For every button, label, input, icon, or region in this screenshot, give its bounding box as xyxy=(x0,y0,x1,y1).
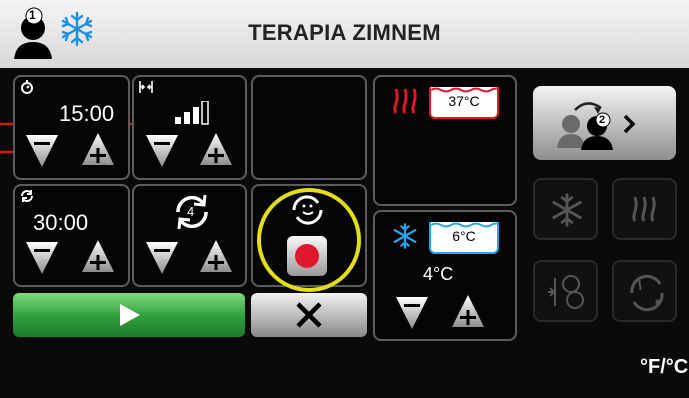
switch-user-icon xyxy=(557,102,636,150)
cycle-time-value: 30:00 xyxy=(33,210,89,235)
cycle-timer-icon xyxy=(19,188,35,209)
heat-temperature: 37°C xyxy=(448,93,480,109)
snowflake-icon xyxy=(552,193,582,227)
play-icon xyxy=(120,304,140,326)
heat-panel: 37°C xyxy=(373,75,517,206)
compression-icon xyxy=(138,79,154,100)
cycle-time-down-button[interactable] xyxy=(24,238,60,274)
snowflake-icon xyxy=(391,222,419,255)
cold-water-box: 6°C xyxy=(429,222,499,254)
cycle-count-value: 4 xyxy=(187,204,195,219)
switch-user-button[interactable]: 2 xyxy=(533,86,676,160)
cycle-snowflake-icon xyxy=(630,274,664,312)
cycle-count-icon: 4 xyxy=(172,192,212,237)
cycle-time-up-button[interactable] xyxy=(80,238,116,274)
switch-user-number: 2 xyxy=(599,114,606,126)
contrast-mode-button[interactable] xyxy=(533,260,598,322)
heat-icon xyxy=(391,87,421,120)
treatment-time-down-button[interactable] xyxy=(24,131,60,167)
unit-toggle-button[interactable]: °F/°C xyxy=(640,356,688,379)
heat-mode-button[interactable] xyxy=(612,178,677,240)
cold-mode-button[interactable] xyxy=(533,178,598,240)
compression-down-button[interactable] xyxy=(144,131,180,167)
cold-setpoint: 4°C xyxy=(423,264,454,284)
cold-wave xyxy=(431,222,497,228)
cycle-count-up-button[interactable] xyxy=(198,238,234,274)
cold-down-button[interactable] xyxy=(394,293,430,329)
empty-panel xyxy=(251,75,367,180)
cold-temperature: 6°C xyxy=(452,228,476,244)
contrast-compression-icon xyxy=(548,275,584,309)
compression-up-button[interactable] xyxy=(198,131,234,167)
highlight-circle xyxy=(257,188,361,292)
heat-icon xyxy=(632,196,656,222)
close-icon xyxy=(296,302,322,328)
cancel-button[interactable] xyxy=(251,293,367,337)
stopwatch-icon xyxy=(19,79,35,100)
treatment-time-up-button[interactable] xyxy=(80,131,116,167)
compression-level-bars xyxy=(175,101,209,125)
treatment-time-value: 15:00 xyxy=(59,101,115,126)
contrast-cycle-button[interactable] xyxy=(612,260,677,322)
heat-water-box: 37°C xyxy=(429,87,499,119)
heat-wave xyxy=(431,87,497,93)
start-button[interactable] xyxy=(13,293,245,337)
cold-up-button[interactable] xyxy=(450,293,486,329)
cycle-count-down-button[interactable] xyxy=(144,238,180,274)
